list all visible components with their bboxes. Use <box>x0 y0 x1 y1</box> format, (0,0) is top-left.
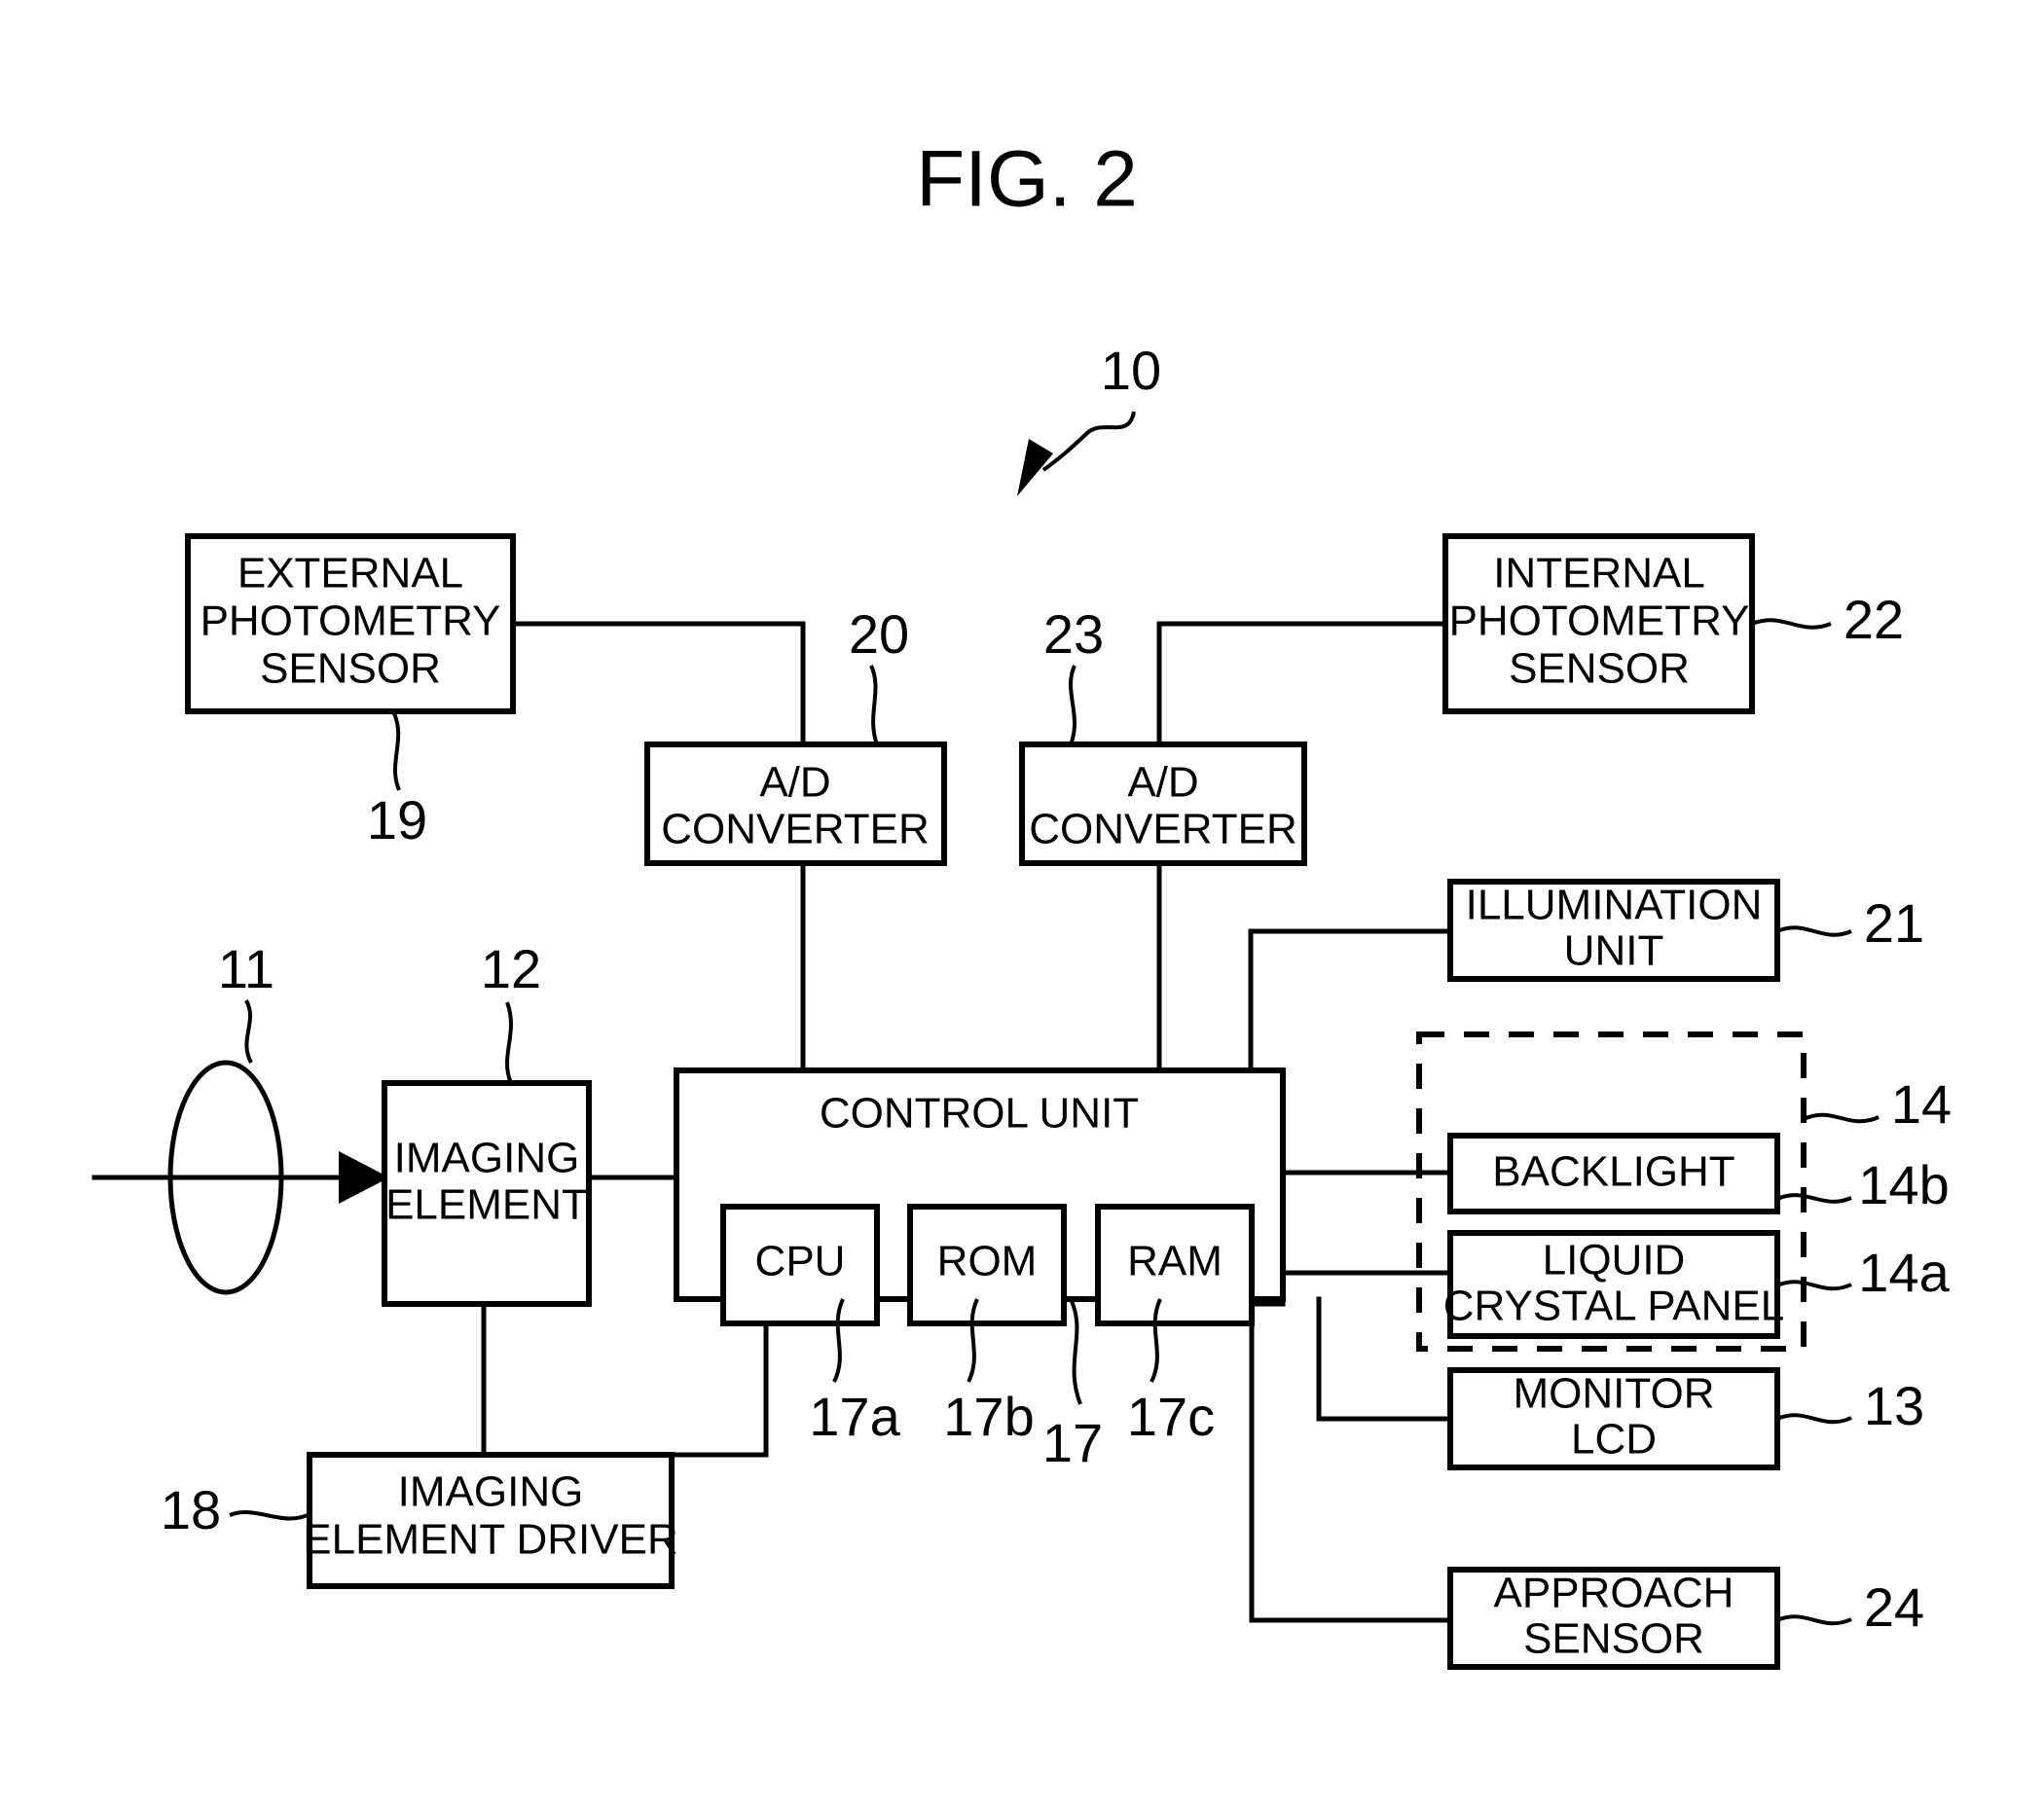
ref-24-leader <box>1776 1614 1852 1626</box>
illumination-unit-label-line1: ILLUMINATION <box>1466 882 1763 929</box>
ref-14-leader <box>1803 1112 1880 1124</box>
block-cpu[interactable]: CPU <box>720 1204 880 1326</box>
ref-11: 11 <box>218 938 274 999</box>
ref-12: 12 <box>481 938 541 999</box>
block-monitor-lcd[interactable]: MONITOR LCD <box>1447 1367 1780 1470</box>
ref-22: 22 <box>1843 589 1904 650</box>
rom-label: ROM <box>937 1238 1038 1285</box>
ref-20: 20 <box>849 603 909 665</box>
block-rom[interactable]: ROM <box>907 1204 1067 1326</box>
block-illumination-unit[interactable]: ILLUMINATION UNIT <box>1447 879 1780 982</box>
block-ad-converter-right[interactable]: A/D CONVERTER <box>1019 742 1307 866</box>
monitor-lcd-label-line2: LCD <box>1571 1416 1657 1464</box>
ref-10: 10 <box>1101 340 1161 401</box>
ad-converter-right-label-line2: CONVERTER <box>1029 806 1296 853</box>
block-control-unit[interactable]: CONTROL UNIT CPU ROM RAM <box>674 1067 1286 1326</box>
approach-sensor-label-line1: APPROACH <box>1494 1570 1734 1617</box>
block-backlight[interactable]: BACKLIGHT <box>1447 1133 1780 1214</box>
ref-14b: 14b <box>1858 1154 1949 1215</box>
backlight-label: BACKLIGHT <box>1492 1148 1734 1196</box>
monitor-lcd-label-line1: MONITOR <box>1514 1370 1715 1418</box>
ref-14: 14 <box>1891 1073 1952 1135</box>
ref-22-leader <box>1751 618 1832 630</box>
block-internal-photometry-sensor[interactable]: INTERNAL PHOTOMETRY SENSOR <box>1442 533 1755 714</box>
liquid-crystal-panel-label-line2: CRYSTAL PANEL <box>1443 1283 1785 1330</box>
figure-canvas: FIG. 2 10 11 EXTERNAL PHOTOMETRY SENSOR … <box>0 0 2044 1809</box>
block-ram[interactable]: RAM <box>1095 1204 1255 1326</box>
internal-photometry-sensor-label-line1: INTERNAL <box>1493 550 1705 597</box>
ref-12-leader <box>505 1001 513 1084</box>
ref-23: 23 <box>1043 603 1104 665</box>
ref-23-leader <box>1069 665 1077 745</box>
cpu-label: CPU <box>755 1238 846 1285</box>
ref-17c: 17c <box>1127 1386 1215 1447</box>
block-liquid-crystal-panel[interactable]: LIQUID CRYSTAL PANEL <box>1443 1230 1785 1339</box>
imaging-element-driver-label-line2: ELEMENT DRIVER <box>303 1516 678 1564</box>
block-external-photometry-sensor[interactable]: EXTERNAL PHOTOMETRY SENSOR <box>185 533 516 714</box>
approach-sensor-label-line2: SENSOR <box>1523 1615 1704 1663</box>
external-photometry-sensor-label-line1: EXTERNAL <box>237 550 463 597</box>
ad-converter-left-label-line2: CONVERTER <box>661 806 929 853</box>
block-imaging-element[interactable]: IMAGING ELEMENT <box>382 1080 592 1307</box>
ref-18: 18 <box>161 1479 221 1540</box>
control-unit-label: CONTROL UNIT <box>820 1090 1139 1138</box>
ref-13-leader <box>1776 1413 1852 1425</box>
liquid-crystal-panel-label-line1: LIQUID <box>1543 1237 1686 1284</box>
ref-14b-leader <box>1776 1193 1852 1204</box>
ram-label: RAM <box>1127 1238 1223 1285</box>
imaging-element-label-line2: ELEMENT <box>385 1181 588 1229</box>
ref-14a: 14a <box>1858 1242 1950 1303</box>
ref-17: 17 <box>1042 1412 1103 1473</box>
ref-17-leader <box>1069 1298 1082 1405</box>
illumination-unit-label-line2: UNIT <box>1564 927 1664 975</box>
ad-converter-left-label-line1: A/D <box>759 759 830 807</box>
ad-converter-right-label-line1: A/D <box>1127 759 1198 807</box>
block-ad-converter-left[interactable]: A/D CONVERTER <box>644 742 947 866</box>
ref-17a: 17a <box>809 1386 900 1447</box>
imaging-element-driver-label-line1: IMAGING <box>398 1468 584 1516</box>
system-ref-leader <box>1017 411 1136 496</box>
external-photometry-sensor-label-line3: SENSOR <box>260 645 441 693</box>
ref-19: 19 <box>367 789 427 850</box>
ref-24: 24 <box>1864 1576 1924 1638</box>
ref-20-leader <box>869 665 879 745</box>
internal-photometry-sensor-label-line2: PHOTOMETRY <box>1449 597 1750 645</box>
external-photometry-sensor-label-line2: PHOTOMETRY <box>201 597 501 645</box>
block-approach-sensor[interactable]: APPROACH SENSOR <box>1447 1567 1780 1670</box>
ref-17b: 17b <box>943 1386 1034 1447</box>
ref-11-leader <box>244 999 253 1064</box>
ref-21: 21 <box>1864 892 1924 954</box>
block-imaging-element-driver[interactable]: IMAGING ELEMENT DRIVER <box>303 1452 678 1589</box>
ref-14a-leader <box>1776 1280 1852 1291</box>
block-diagram: FIG. 2 10 11 EXTERNAL PHOTOMETRY SENSOR … <box>91 135 1952 1670</box>
imaging-element-label-line1: IMAGING <box>394 1135 580 1182</box>
internal-photometry-sensor-label-line3: SENSOR <box>1509 645 1690 693</box>
ref-13: 13 <box>1864 1375 1924 1436</box>
ref-18-leader <box>229 1510 310 1521</box>
figure-title: FIG. 2 <box>916 135 1138 224</box>
ref-19-leader <box>391 710 401 791</box>
ref-21-leader <box>1776 925 1852 937</box>
